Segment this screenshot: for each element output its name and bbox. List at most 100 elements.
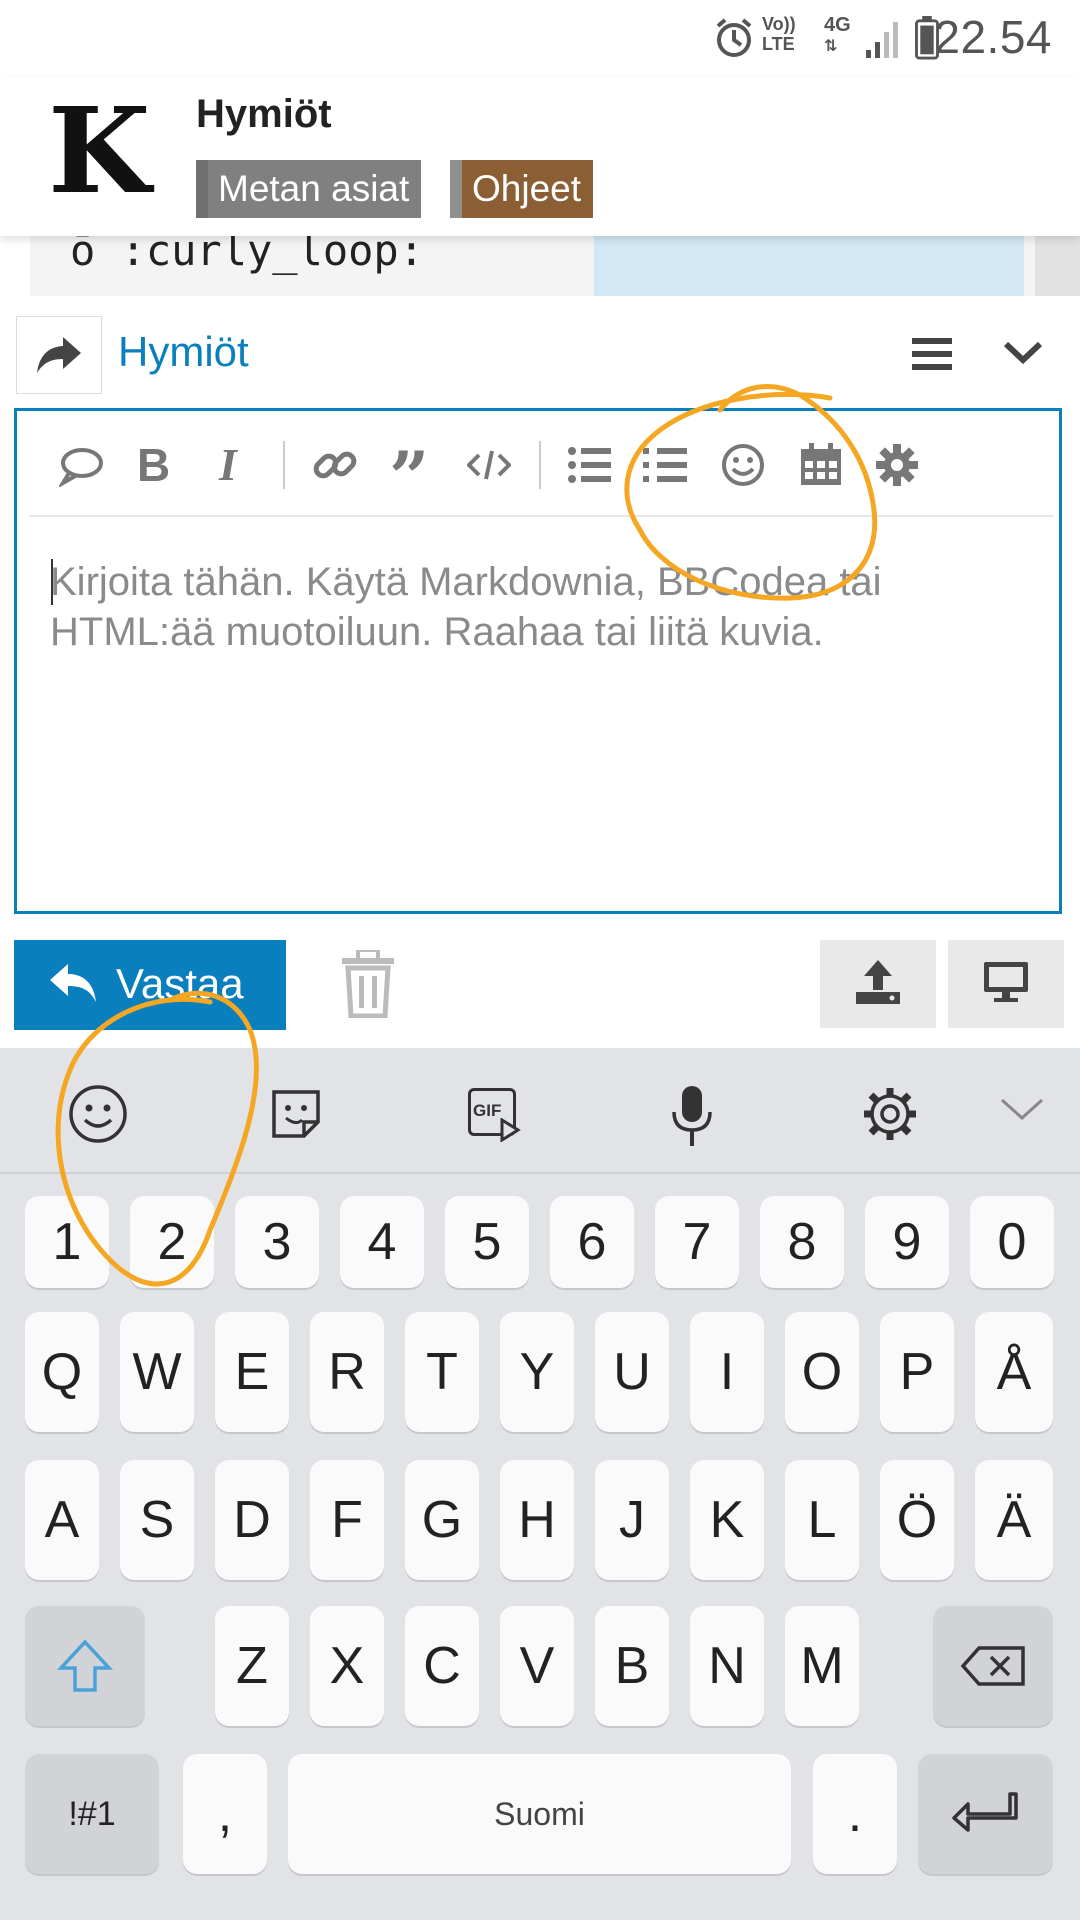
menu-icon[interactable] — [908, 332, 960, 376]
key-5[interactable]: 5 — [445, 1196, 529, 1288]
shift-arrow-icon — [57, 1639, 113, 1692]
enter-icon — [951, 1792, 1018, 1832]
composer-title[interactable]: Hymiöt — [118, 328, 249, 376]
key-d[interactable]: D — [215, 1460, 289, 1580]
key-s[interactable]: S — [120, 1460, 194, 1580]
data-arrows-icon: 4G ⇅ — [824, 14, 851, 55]
key-m[interactable]: M — [785, 1606, 859, 1726]
chevron-down-icon[interactable] — [998, 332, 1048, 376]
volte-icon: Vo)) LTE — [762, 14, 796, 54]
key-v[interactable]: V — [500, 1606, 574, 1726]
key-k[interactable]: K — [690, 1460, 764, 1580]
key-9[interactable]: 9 — [865, 1196, 949, 1288]
tag-metan-asiat[interactable]: Metan asiat — [196, 160, 422, 218]
key-f[interactable]: F — [310, 1460, 384, 1580]
key-w[interactable]: W — [120, 1312, 194, 1432]
emoji-icon[interactable] — [721, 443, 765, 487]
settings-icon[interactable] — [860, 1084, 920, 1144]
numbered-list-icon[interactable] — [643, 443, 687, 487]
chevron-down-icon[interactable] — [998, 1094, 1046, 1126]
toolbar-separator — [539, 441, 541, 489]
share-arrow-icon — [37, 337, 81, 373]
bold-icon[interactable]: B — [137, 442, 181, 488]
gif-icon[interactable]: GIF — [464, 1084, 524, 1144]
reply-action-button[interactable] — [16, 316, 102, 394]
keyboard-toolbar: GIF — [0, 1048, 1080, 1174]
key-o[interactable]: O — [785, 1312, 859, 1432]
key-z[interactable]: Z — [215, 1606, 289, 1726]
key-8[interactable]: 8 — [760, 1196, 844, 1288]
upload-button[interactable] — [820, 940, 936, 1028]
enter-key[interactable] — [918, 1754, 1053, 1874]
key-o-umlaut[interactable]: Ö — [880, 1460, 954, 1580]
status-time: 22.54 — [934, 11, 1052, 63]
backspace-icon — [960, 1646, 1025, 1686]
toggle-preview-button[interactable] — [948, 940, 1064, 1028]
key-c[interactable]: C — [405, 1606, 479, 1726]
key-q[interactable]: Q — [25, 1312, 99, 1432]
site-logo[interactable]: K — [48, 92, 168, 210]
editor-toolbar: B I ” — [29, 411, 1053, 517]
toolbar-separator — [283, 441, 285, 489]
key-1[interactable]: 1 — [25, 1196, 109, 1288]
key-l[interactable]: L — [785, 1460, 859, 1580]
key-a[interactable]: A — [25, 1460, 99, 1580]
status-bar: Vo)) LTE 4G ⇅ 22.54 — [0, 0, 1080, 78]
desktop-icon — [984, 962, 1028, 1002]
key-n[interactable]: N — [690, 1606, 764, 1726]
link-icon[interactable] — [313, 443, 357, 487]
topic-header: K Hymiöt Metan asiat Ohjeet — [0, 78, 1080, 236]
composer-editor[interactable]: B I ” Kirjoita tähän. Käytä Markdownia, … — [14, 408, 1062, 914]
sticker-icon[interactable] — [266, 1084, 326, 1144]
key-h[interactable]: H — [500, 1460, 574, 1580]
key-2[interactable]: 2 — [130, 1196, 214, 1288]
key-p[interactable]: P — [880, 1312, 954, 1432]
key-t[interactable]: T — [405, 1312, 479, 1432]
key-g[interactable]: G — [405, 1460, 479, 1580]
calendar-icon[interactable] — [799, 443, 843, 487]
signal-icon — [866, 22, 898, 58]
emoji-table-row: ō :curly_loop: — [30, 228, 1080, 296]
key-7[interactable]: 7 — [655, 1196, 739, 1288]
backspace-key[interactable] — [933, 1606, 1053, 1726]
shift-key[interactable] — [25, 1606, 145, 1726]
highlighted-cell — [594, 228, 1024, 296]
key-a-umlaut[interactable]: Ä — [975, 1460, 1053, 1580]
emoji-icon[interactable] — [68, 1084, 128, 1144]
comma-key[interactable]: , — [183, 1754, 267, 1874]
key-r[interactable]: R — [310, 1312, 384, 1432]
key-0[interactable]: 0 — [970, 1196, 1054, 1288]
tag-ohjeet[interactable]: Ohjeet — [450, 160, 594, 218]
italic-icon[interactable]: I — [219, 442, 263, 488]
gear-icon[interactable] — [875, 443, 919, 487]
key-6[interactable]: 6 — [550, 1196, 634, 1288]
bullet-list-icon[interactable] — [567, 443, 611, 487]
reply-submit-button[interactable]: Vastaa — [14, 940, 286, 1030]
topic-title[interactable]: Hymiöt — [196, 92, 332, 137]
key-i[interactable]: I — [690, 1312, 764, 1432]
key-4[interactable]: 4 — [340, 1196, 424, 1288]
space-key[interactable]: Suomi — [288, 1754, 791, 1874]
key-b[interactable]: B — [595, 1606, 669, 1726]
alarm-icon — [716, 18, 752, 57]
upload-icon — [856, 960, 900, 1004]
key-u[interactable]: U — [595, 1312, 669, 1432]
code-icon[interactable] — [467, 443, 511, 487]
table-cell — [1035, 228, 1080, 296]
symbols-key[interactable]: !#1 — [25, 1754, 159, 1874]
composer-placeholder[interactable]: Kirjoita tähän. Käytä Markdownia, BBCode… — [50, 557, 1030, 657]
microphone-icon[interactable] — [662, 1084, 722, 1148]
on-screen-keyboard: GIF 1 2 3 4 5 6 7 8 9 0 Q W E R T Y U I … — [0, 1048, 1080, 1920]
key-3[interactable]: 3 — [235, 1196, 319, 1288]
reply-button-label: Vastaa — [116, 960, 244, 1007]
key-a-ring[interactable]: Å — [975, 1312, 1053, 1432]
key-y[interactable]: Y — [500, 1312, 574, 1432]
key-e[interactable]: E — [215, 1312, 289, 1432]
trash-icon[interactable] — [340, 950, 396, 1018]
reply-arrow-icon — [50, 964, 96, 1002]
quote-bubble-icon[interactable] — [59, 443, 103, 487]
period-key[interactable]: . — [813, 1754, 897, 1874]
key-j[interactable]: J — [595, 1460, 669, 1580]
blockquote-icon[interactable]: ” — [389, 443, 433, 513]
key-x[interactable]: X — [310, 1606, 384, 1726]
